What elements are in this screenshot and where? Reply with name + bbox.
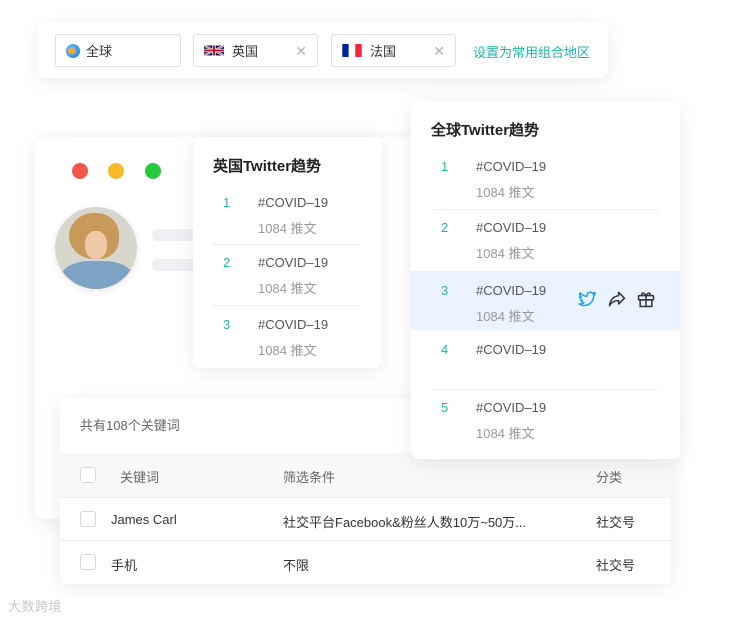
trend-hashtag: #COVID–19	[476, 159, 547, 174]
trend-hashtag: #COVID–19	[476, 220, 547, 235]
trend-hashtag: #COVID–19	[258, 317, 329, 332]
keyword-cell: 手机	[111, 558, 138, 573]
filter-cell: 社交平台Facebook&粉丝人数10万~50万...	[283, 515, 527, 530]
window-close-dot[interactable]	[72, 163, 88, 179]
region-chip-label: 全球	[86, 44, 113, 59]
row-checkbox[interactable]	[80, 511, 96, 527]
trend-rank: 1	[441, 159, 449, 174]
trend-tweet-count: 1084 推文	[476, 426, 535, 441]
france-flag-icon	[342, 44, 362, 57]
trend-item[interactable]: 5 #COVID–19 1084 推文	[431, 390, 658, 450]
category-cell: 社交号	[596, 515, 636, 530]
trends-title: 英国Twitter趋势	[213, 158, 322, 175]
global-twitter-trends-card: 全球Twitter趋势 1 #COVID–19 1084 推文 2 #COVID…	[411, 101, 680, 459]
trend-rank: 3	[223, 317, 231, 332]
row-checkbox[interactable]	[80, 554, 96, 570]
trend-item[interactable]: 2 #COVID–19 1084 推文	[431, 210, 658, 271]
table-header: 关键词 筛选条件 分类	[60, 453, 671, 498]
set-common-regions-link[interactable]: 设置为常用组合地区	[473, 42, 590, 61]
trend-hashtag: #COVID–19	[476, 283, 547, 298]
region-chip-global[interactable]: 全球	[55, 34, 181, 67]
region-selector-bar: 全球 英国 ✕ 法国 ✕ 设置为常用组合地区	[38, 22, 608, 78]
region-chip-label: 英国	[232, 44, 259, 59]
trend-tweet-count: 1084 推文	[258, 281, 317, 296]
trend-rank: 5	[441, 400, 449, 415]
trend-item[interactable]: 1 #COVID–19 1084 推文	[213, 185, 360, 245]
region-chip-uk[interactable]: 英国 ✕	[193, 34, 318, 67]
uk-flag-icon	[204, 44, 224, 57]
trend-item[interactable]: 1 #COVID–19 1084 推文	[431, 149, 658, 210]
table-row[interactable]: James Carl 社交平台Facebook&粉丝人数10万~50万... 社…	[60, 498, 671, 541]
trend-hashtag: #COVID–19	[258, 255, 329, 270]
trend-tweet-count: 1084 推文	[258, 343, 317, 358]
globe-icon	[66, 43, 80, 58]
select-all-checkbox[interactable]	[80, 467, 96, 483]
trend-tweet-count: 1084 推文	[258, 221, 317, 236]
trend-tweet-count: 1084 推文	[476, 246, 535, 261]
trend-rank: 2	[223, 255, 231, 270]
table-row[interactable]: 手机 不限 社交号	[60, 541, 671, 584]
watermark: 大数跨境	[8, 599, 63, 614]
avatar	[55, 207, 137, 289]
region-chip-france[interactable]: 法国 ✕	[331, 34, 456, 67]
trend-rank: 1	[223, 195, 231, 210]
trend-hashtag: #COVID–19	[476, 342, 547, 357]
trends-title: 全球Twitter趋势	[431, 122, 540, 139]
trend-item[interactable]: 3 #COVID–19 1084 推文	[213, 307, 360, 367]
trend-rank: 3	[441, 283, 449, 298]
header-keyword: 关键词	[120, 470, 160, 485]
window-maximize-dot[interactable]	[145, 163, 161, 179]
trend-item[interactable]: 4 #COVID–19	[431, 332, 658, 390]
trend-item[interactable]: 2 #COVID–19 1084 推文	[213, 245, 360, 306]
header-category: 分类	[596, 470, 623, 485]
trend-hashtag: #COVID–19	[258, 195, 329, 210]
filter-cell: 不限	[283, 558, 310, 573]
keyword-cell: James Carl	[111, 512, 177, 527]
keyword-count: 共有108个关键词	[80, 418, 180, 433]
twitter-bird-icon[interactable]	[577, 289, 597, 309]
category-cell: 社交号	[596, 558, 636, 573]
close-icon[interactable]: ✕	[295, 43, 307, 60]
header-filter: 筛选条件	[283, 470, 336, 485]
share-icon[interactable]	[607, 289, 627, 309]
close-icon[interactable]: ✕	[433, 43, 445, 60]
trend-rank: 2	[441, 220, 449, 235]
window-minimize-dot[interactable]	[108, 163, 124, 179]
trend-tweet-count: 1084 推文	[476, 309, 535, 324]
trend-tweet-count: 1084 推文	[476, 185, 535, 200]
uk-twitter-trends-card: 英国Twitter趋势 1 #COVID–19 1084 推文 2 #COVID…	[193, 137, 382, 368]
region-chip-label: 法国	[370, 44, 397, 59]
trend-rank: 4	[441, 342, 449, 357]
trend-hashtag: #COVID–19	[476, 400, 547, 415]
gift-icon[interactable]	[636, 289, 656, 309]
